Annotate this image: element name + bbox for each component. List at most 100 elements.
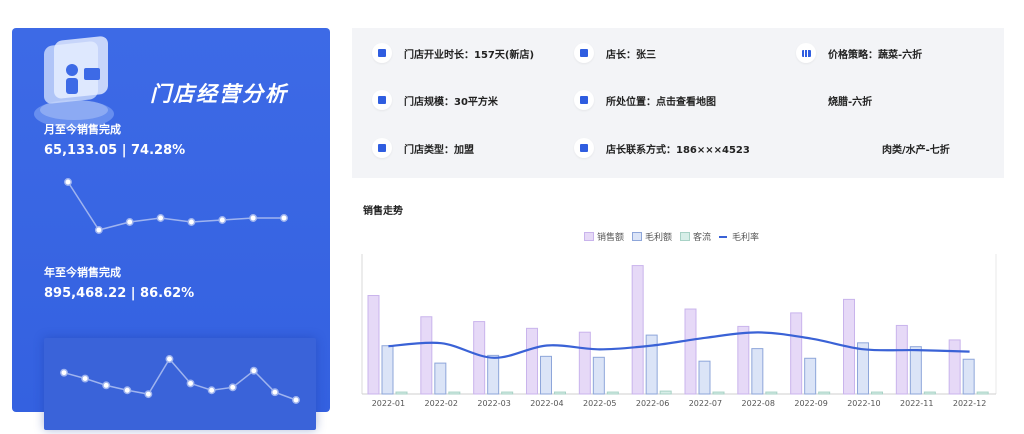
- x-tick-label: 2022-08: [742, 399, 775, 408]
- info-store-size: 门店规模：30平方米: [372, 90, 498, 110]
- yearly-trend-point[interactable]: [60, 368, 68, 377]
- traffic-bar[interactable]: [501, 391, 514, 395]
- info-label: 店长联系方式：186×××4523: [606, 144, 750, 156]
- legend-label: 毛利额: [645, 233, 673, 243]
- sales-trend-chart: 2022-01 2022-02 2022-03 2022-04 2022-05 2022-…: [361, 254, 997, 408]
- profit-bar[interactable]: [381, 345, 394, 395]
- legend-label: 销售额: [597, 233, 625, 243]
- info-location[interactable]: 所处位置：点击查看地图: [574, 90, 716, 110]
- sales-bar[interactable]: [526, 327, 538, 395]
- x-tick-label: 2022-11: [900, 399, 933, 408]
- monthly-trend-point[interactable]: [218, 216, 227, 224]
- info-label: 烧腊-六折: [828, 97, 873, 108]
- legend-sales[interactable]: 销售额: [584, 230, 624, 243]
- legend-traffic[interactable]: 客流: [680, 230, 711, 243]
- yearly-sales-value: 895,468.22 | 86.62%: [44, 286, 195, 301]
- traffic-bar[interactable]: [712, 391, 725, 395]
- yearly-trend-line: [63, 357, 297, 401]
- x-tick-label: 2022-02: [425, 399, 458, 408]
- yearly-trend-point[interactable]: [81, 374, 90, 383]
- monthly-trend-line: [67, 181, 284, 231]
- traffic-bar[interactable]: [395, 391, 408, 395]
- phone-icon: [574, 138, 594, 158]
- monthly-trend-point[interactable]: [187, 218, 196, 226]
- legend-profit[interactable]: 毛利额: [632, 230, 672, 243]
- traffic-bar[interactable]: [976, 391, 989, 395]
- traffic-bar[interactable]: [765, 391, 778, 395]
- yearly-trend-point[interactable]: [102, 381, 111, 390]
- legend-label: 毛利率: [732, 233, 760, 243]
- sales-bar[interactable]: [631, 265, 644, 395]
- monthly-trend-point[interactable]: [280, 214, 288, 222]
- sales-bar[interactable]: [578, 331, 591, 395]
- yearly-trend-point[interactable]: [123, 386, 132, 395]
- monthly-trend-chart: [64, 178, 288, 234]
- yearly-trend-point[interactable]: [249, 366, 258, 375]
- profit-bar[interactable]: [751, 348, 764, 395]
- x-tick-label: 2022-12: [953, 399, 986, 408]
- profit-bar[interactable]: [540, 355, 552, 395]
- traffic-bar[interactable]: [923, 391, 936, 395]
- yearly-trend-point[interactable]: [228, 383, 237, 392]
- sales-legend: 销售额 毛利额 客流 毛利率: [584, 230, 767, 243]
- info-label: 肉类/水产-七折: [882, 145, 950, 156]
- profit-bar[interactable]: [962, 358, 975, 395]
- info-label[interactable]: 所处位置：点击查看地图: [606, 93, 716, 108]
- price-icon: [796, 43, 816, 63]
- x-tick-label: 2022-03: [477, 399, 510, 408]
- sales-trend-title: 销售走势: [363, 206, 403, 217]
- sales-bar[interactable]: [895, 324, 908, 395]
- legend-swatch: [632, 232, 643, 241]
- location-icon: [574, 90, 594, 110]
- monthly-trend-point[interactable]: [249, 214, 258, 222]
- store-info-grid: 门店开业时长：157天(新店) 店长：张三 价格策略：蔬菜-六折 门店规模：30…: [352, 28, 1004, 178]
- profit-bar[interactable]: [909, 346, 922, 395]
- yearly-trend-point[interactable]: [165, 355, 174, 363]
- profit-bar[interactable]: [487, 354, 500, 395]
- profit-bar[interactable]: [434, 362, 447, 395]
- store-logo-icon: [34, 36, 114, 128]
- sales-bar[interactable]: [737, 325, 750, 395]
- type-icon: [372, 138, 392, 158]
- info-price-bbq: 烧腊-六折: [828, 93, 872, 108]
- traffic-bar[interactable]: [659, 390, 672, 395]
- x-tick-label: 2022-01: [372, 399, 405, 408]
- yearly-sales-label: 年至今销售完成: [44, 266, 121, 279]
- traffic-bar[interactable]: [818, 391, 831, 395]
- traffic-bar[interactable]: [448, 391, 461, 395]
- sales-bar[interactable]: [948, 339, 961, 395]
- area-icon: [372, 90, 392, 110]
- traffic-bar[interactable]: [871, 391, 883, 395]
- monthly-trend-point[interactable]: [94, 226, 103, 234]
- monthly-trend-point[interactable]: [125, 218, 134, 226]
- sales-bar[interactable]: [790, 312, 803, 395]
- profit-bar[interactable]: [698, 360, 711, 395]
- sales-bar[interactable]: [420, 316, 433, 395]
- yearly-trend-point[interactable]: [270, 388, 279, 397]
- monthly-trend-point[interactable]: [156, 214, 165, 222]
- info-label: 门店规模：30平方米: [404, 96, 498, 108]
- legend-rate[interactable]: 毛利率: [719, 230, 759, 243]
- x-tick-label: 2022-07: [689, 399, 722, 408]
- sales-bar[interactable]: [367, 295, 380, 395]
- monthly-sales-value: 65,133.05 | 74.28%: [44, 143, 186, 158]
- profit-bar[interactable]: [645, 334, 658, 395]
- traffic-bar[interactable]: [606, 391, 619, 395]
- info-open-duration: 门店开业时长：157天(新店): [372, 43, 534, 63]
- legend-swatch: [680, 232, 691, 241]
- info-manager-phone: 店长联系方式：186×××4523: [574, 138, 750, 158]
- yearly-trend-point[interactable]: [207, 386, 216, 395]
- yearly-trend-point[interactable]: [144, 390, 153, 399]
- yearly-trend-point[interactable]: [292, 396, 300, 404]
- sales-bar[interactable]: [684, 308, 697, 395]
- sales-bar[interactable]: [473, 321, 486, 395]
- info-store-type: 门店类型：加盟: [372, 138, 474, 158]
- panel-title: 门店经营分析: [150, 82, 288, 106]
- yearly-trend-point[interactable]: [186, 379, 195, 388]
- monthly-trend-point[interactable]: [64, 178, 72, 186]
- profit-bar[interactable]: [592, 356, 605, 395]
- yearly-trend-box: [44, 338, 316, 430]
- x-tick-label: 2022-09: [794, 399, 827, 408]
- traffic-bar[interactable]: [554, 391, 566, 395]
- profit-bar[interactable]: [804, 357, 817, 395]
